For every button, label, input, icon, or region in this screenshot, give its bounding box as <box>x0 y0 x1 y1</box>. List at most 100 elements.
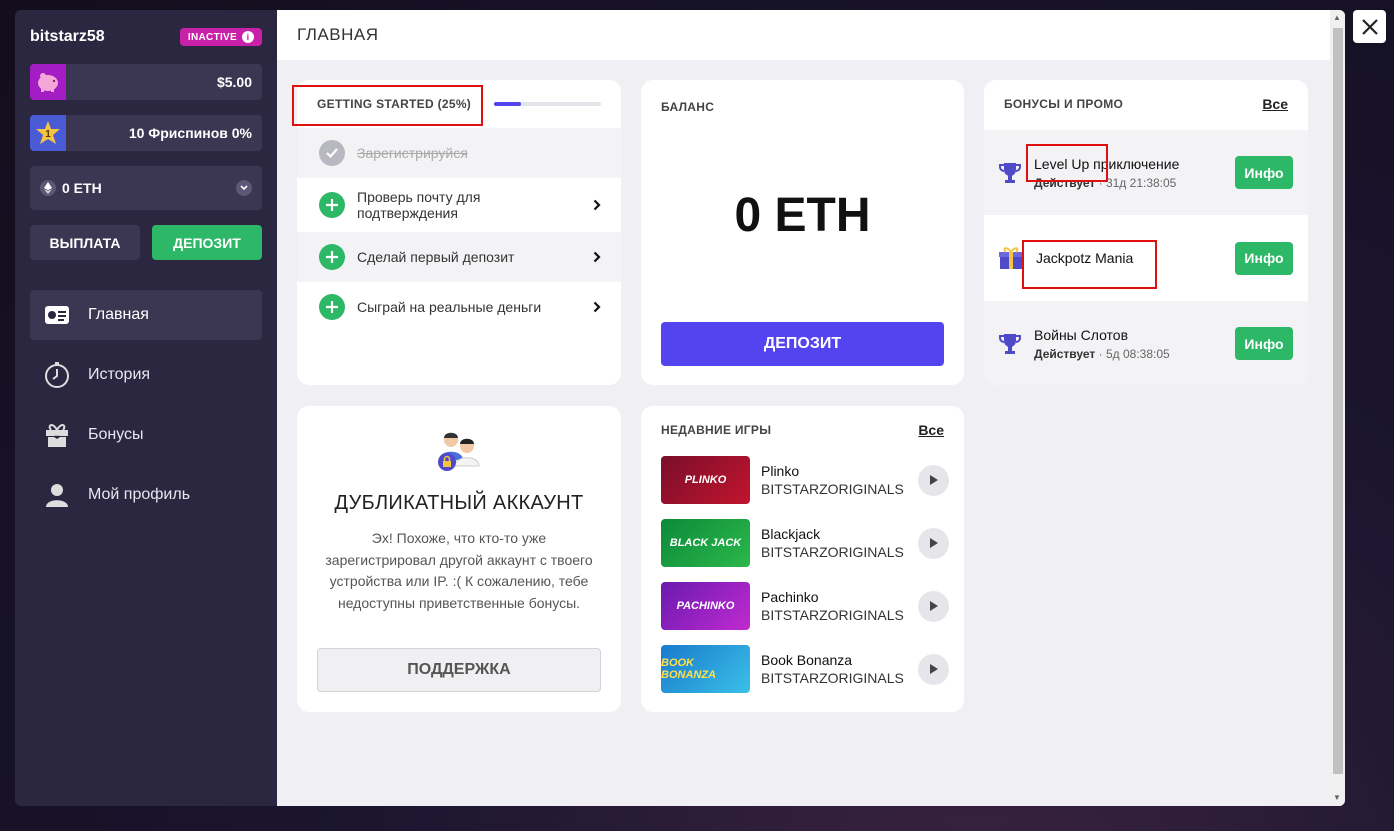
deposit-button-sidebar[interactable]: ДЕПОЗИТ <box>152 225 262 260</box>
play-button[interactable] <box>918 590 949 622</box>
info-button[interactable]: Инфо <box>1235 156 1293 189</box>
game-thumbnail: PLINKO <box>661 456 750 504</box>
action-row: ВЫПЛАТА ДЕПОЗИТ <box>30 225 262 260</box>
bonuses-all-link[interactable]: Все <box>1262 96 1288 112</box>
balance-title: БАЛАНС <box>661 100 715 114</box>
recent-games-card: НЕДАВНИЕ ИГРЫ Все PLINKO Plinko BITSTARZ… <box>641 406 964 712</box>
sidebar-item-home[interactable]: Главная <box>30 290 262 340</box>
currency-select[interactable]: 0 ETH <box>30 166 262 210</box>
gift-icon <box>44 422 70 448</box>
step-register: Зарегистрируйся <box>297 128 621 178</box>
chevron-right-icon <box>593 301 601 313</box>
bonus-status: Действует <box>1034 346 1096 361</box>
game-item[interactable]: BOOK BONANZA Book Bonanza BITSTARZORIGIN… <box>661 645 949 693</box>
duplicate-account-card: ДУБЛИКАТНЫЙ АККАУНТ Эх! Похоже, что кто-… <box>297 406 621 712</box>
game-name: Pachinko <box>761 589 819 605</box>
user-icon <box>44 482 70 508</box>
duplicate-title: ДУБЛИКАТНЫЙ АККАУНТ <box>334 492 584 514</box>
game-item[interactable]: PACHINKO Pachinko BITSTARZORIGINALS <box>661 582 949 630</box>
balance-value: $5.00 <box>216 74 252 90</box>
bonuses-title: БОНУСЫ И ПРОМО <box>1004 97 1124 111</box>
sidebar: bitstarz58 INACTIVE i $5.00 1 10 Фриспин… <box>15 10 277 806</box>
progress-bar <box>494 102 601 106</box>
svg-text:1: 1 <box>45 129 51 140</box>
balance-card: БАЛАНС 0 ETH ДЕПОЗИТ <box>641 80 964 385</box>
bonus-name: Jackpotz Mania <box>1036 250 1134 266</box>
sidebar-item-label: История <box>88 366 151 383</box>
username: bitstarz58 <box>30 28 105 45</box>
getting-started-title: GETTING STARTED (25%) <box>317 97 472 111</box>
game-item[interactable]: PLINKO Plinko BITSTARZORIGINALS <box>661 456 949 504</box>
sidebar-item-label: Мой профиль <box>88 486 191 503</box>
game-thumbnail-label: PLINKO <box>684 474 727 486</box>
game-provider: BITSTARZORIGINALS <box>761 607 904 623</box>
support-button[interactable]: ПОДДЕРЖКА <box>317 648 601 692</box>
trophy-icon <box>999 333 1021 354</box>
game-thumbnail: BOOK BONANZA <box>661 645 750 693</box>
game-thumbnail-label: BLACK JACK <box>669 537 742 549</box>
bonus-item: Jackpotz Mania Инфо <box>984 215 1308 301</box>
sidebar-item-label: Главная <box>88 306 149 323</box>
step-label: Сыграй на реальные деньги <box>357 299 542 315</box>
scrollbar-thumb[interactable] <box>1333 28 1343 774</box>
plus-icon <box>319 294 345 320</box>
play-button[interactable] <box>918 653 949 685</box>
gift-box-icon <box>999 247 1023 269</box>
play-button[interactable] <box>918 527 949 559</box>
sidebar-item-bonuses[interactable]: Бонусы <box>30 410 262 460</box>
recent-games-title: НЕДАВНИЕ ИГРЫ <box>661 423 772 437</box>
trophy-icon <box>999 162 1021 183</box>
recent-games-all-link[interactable]: Все <box>918 422 944 438</box>
info-button[interactable]: Инфо <box>1235 241 1293 275</box>
status-badge[interactable]: INACTIVE i <box>179 28 262 46</box>
free-spins-value: 10 Фриспинов 0% <box>128 125 252 141</box>
sidebar-item-label: Бонусы <box>88 426 144 443</box>
withdraw-button[interactable]: ВЫПЛАТА <box>30 225 140 260</box>
play-icon <box>929 475 938 485</box>
bonus-item: Level Up приключение Действует · 31д 21:… <box>984 130 1308 215</box>
game-provider: BITSTARZORIGINALS <box>761 670 904 686</box>
sidebar-item-profile[interactable]: Мой профиль <box>30 470 262 520</box>
level-star-icon: 1 <box>30 115 66 151</box>
sidebar-item-history[interactable]: История <box>30 350 262 400</box>
game-thumbnail: PACHINKO <box>661 582 750 630</box>
free-spins-row: 1 10 Фриспинов 0% <box>30 115 262 151</box>
close-button[interactable] <box>1353 10 1386 43</box>
page-title: ГЛАВНАЯ <box>297 25 379 44</box>
main-content: ГЛАВНАЯ GETTING STARTED (25%) Зарегистри… <box>277 10 1345 806</box>
step-label: Проверь почту для подтверждения <box>357 189 481 221</box>
plus-icon <box>319 244 345 270</box>
clock-icon <box>44 362 70 388</box>
bonus-status: Действует <box>1034 175 1096 190</box>
play-icon <box>929 538 938 548</box>
piggy-bank-icon <box>30 64 66 100</box>
chevron-down-icon <box>236 180 252 196</box>
scroll-up-arrow-icon[interactable]: ▲ <box>1333 13 1341 22</box>
game-thumbnail: BLACK JACK <box>661 519 750 567</box>
game-item[interactable]: BLACK JACK Blackjack BITSTARZORIGINALS <box>661 519 949 567</box>
deposit-button[interactable]: ДЕПОЗИТ <box>661 322 944 366</box>
duplicate-text: Эх! Похоже, что кто-то уже зарегистриров… <box>325 530 593 611</box>
bonus-timer: · 31д 21:38:05 <box>1095 175 1177 190</box>
users-lock-icon <box>433 430 483 479</box>
scrollbar[interactable]: ▲ ▼ <box>1330 10 1345 806</box>
game-thumbnail-label: BOOK BONANZA <box>661 657 716 681</box>
step-label: Сделай первый депозит <box>357 249 515 265</box>
play-button[interactable] <box>918 464 949 496</box>
bonus-name: Level Up приключение <box>1034 155 1180 172</box>
bonus-item: Войны Слотов Действует · 5д 08:38:05 Инф… <box>984 301 1308 385</box>
game-provider: BITSTARZORIGINALS <box>761 544 904 560</box>
bonus-name: Войны Слотов <box>1034 326 1129 343</box>
plus-icon <box>319 192 345 218</box>
step-verify-email[interactable]: Проверь почту для подтверждения <box>297 178 621 232</box>
currency-value: 0 ETH <box>62 180 102 196</box>
info-button[interactable]: Инфо <box>1235 327 1293 360</box>
step-first-deposit[interactable]: Сделай первый депозит <box>297 232 621 282</box>
step-label: Зарегистрируйся <box>357 145 468 161</box>
step-real-money[interactable]: Сыграй на реальные деньги <box>297 282 621 332</box>
balance-amount: 0 ETH <box>734 189 871 242</box>
game-provider: BITSTARZORIGINALS <box>761 481 904 497</box>
check-icon <box>319 140 345 166</box>
scroll-down-arrow-icon[interactable]: ▼ <box>1333 793 1341 802</box>
balance-row: $5.00 <box>30 64 262 100</box>
